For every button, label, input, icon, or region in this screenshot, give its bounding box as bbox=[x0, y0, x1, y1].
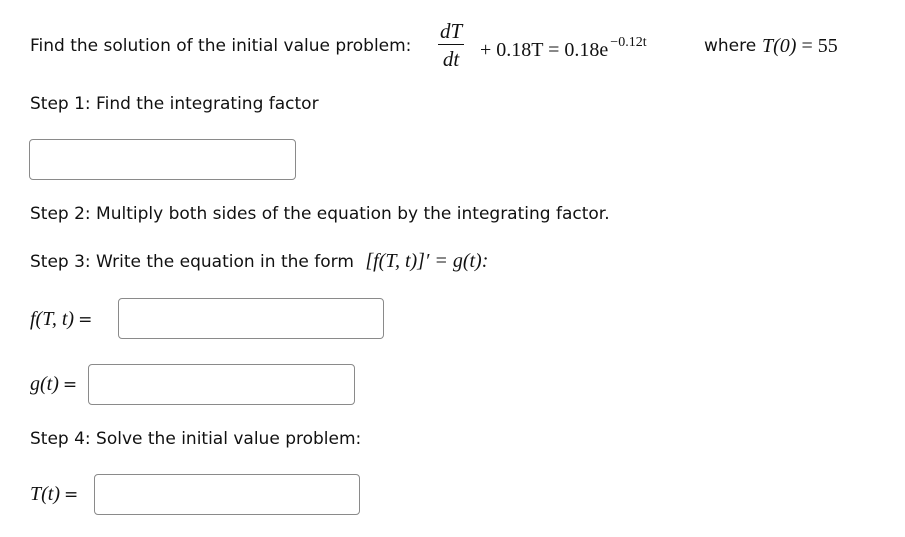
initial-condition-rhs: = 55 bbox=[801, 35, 838, 57]
T-label: T(t) = bbox=[30, 484, 78, 504]
equation-rhs: + 0.18T = 0.18e −0.12t bbox=[480, 35, 647, 61]
step3-label-text: Step 3: Write the equation in the form bbox=[30, 252, 354, 272]
step3-label: Step 3: Write the equation in the form [… bbox=[30, 251, 488, 271]
fraction-numerator: dT bbox=[440, 19, 463, 43]
equation-middle: + 0.18T = 0.18e bbox=[480, 39, 609, 61]
step2-label: Step 2: Multiply both sides of the equat… bbox=[30, 204, 610, 224]
f-label-math: f(T, t) bbox=[30, 308, 75, 330]
g-input[interactable] bbox=[88, 364, 355, 405]
g-equals: = bbox=[62, 375, 78, 395]
integrating-factor-input[interactable] bbox=[29, 139, 296, 180]
T-label-math: T(t) bbox=[30, 483, 60, 505]
derivative-fraction: dT dt bbox=[438, 19, 465, 71]
fraction-bar bbox=[438, 44, 465, 45]
fraction-denominator: dt bbox=[442, 47, 460, 71]
equation-exponent: −0.12t bbox=[610, 35, 647, 50]
T-input[interactable] bbox=[94, 474, 360, 515]
initial-condition-lhs: T(0) bbox=[762, 35, 797, 57]
step4-label: Step 4: Solve the initial value problem: bbox=[30, 429, 362, 449]
problem-statement: Find the solution of the initial value p… bbox=[30, 38, 411, 55]
g-label-math: g(t) bbox=[30, 373, 59, 395]
f-equals: = bbox=[78, 310, 93, 330]
where-label: where bbox=[704, 36, 757, 56]
step1-label: Step 1: Find the integrating factor bbox=[30, 94, 319, 114]
f-label: f(T, t) = bbox=[30, 309, 92, 329]
f-input[interactable] bbox=[118, 298, 384, 339]
problem-prefix: Find the solution of the initial value p… bbox=[30, 36, 412, 56]
initial-condition: T(0) = 55 bbox=[762, 36, 838, 56]
step3-form-expression: [f(T, t)]′ = g(t): bbox=[365, 250, 489, 272]
T-equals: = bbox=[64, 485, 79, 505]
g-label: g(t) = bbox=[30, 374, 77, 394]
